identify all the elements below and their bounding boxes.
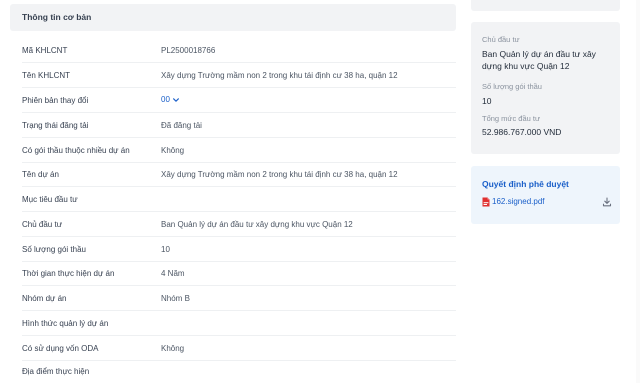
- row-value: Đã đăng tải: [161, 121, 202, 130]
- row-value: PL2500018766: [161, 46, 216, 55]
- info-row-package-count: Số lượng gói thầu 10: [22, 237, 456, 262]
- version-select-value: 00: [161, 95, 170, 104]
- pdf-icon: [482, 197, 490, 207]
- info-row-investment-goal: Mục tiêu đầu tư: [22, 187, 456, 212]
- row-label: Nhóm dự án: [22, 294, 67, 303]
- info-row-location: Địa điểm thực hiện: [22, 359, 456, 383]
- row-label: Có gói thầu thuộc nhiều dự án: [22, 146, 130, 155]
- chevron-down-icon: [172, 97, 179, 102]
- row-label: Tên KHLCNT: [22, 71, 71, 80]
- packages-value: 10: [482, 96, 492, 106]
- info-row-publish-status: Trạng thái đăng tải Đã đăng tải: [22, 113, 456, 138]
- row-label: Thời gian thực hiện dự án: [22, 269, 115, 278]
- row-value: 4 Năm: [161, 269, 185, 278]
- info-row-management-form: Hình thức quản lý dự án: [22, 311, 456, 336]
- info-row-multi-project: Có gói thầu thuộc nhiều dự án Không: [22, 138, 456, 163]
- row-value: Nhóm B: [161, 294, 190, 303]
- version-select[interactable]: 00: [161, 95, 180, 104]
- total-investment-value: 52.986.767.000 VND: [482, 127, 562, 137]
- section-header: Thông tin cơ bản: [10, 4, 456, 31]
- investor-value: Ban Quản lý dự án đầu tư xây dựng khu vự…: [482, 49, 596, 71]
- row-label: Chủ đầu tư: [22, 220, 63, 229]
- total-investment-label: Tổng mức đầu tư: [482, 114, 540, 123]
- decision-title: Quyết định phê duyệt: [482, 179, 569, 189]
- row-label: Có sử dụng vốn ODA: [22, 344, 99, 353]
- download-icon[interactable]: [602, 197, 612, 207]
- info-row-version: Phiên bản thay đổi 00: [22, 88, 456, 113]
- info-row-project-name: Tên dự án Xây dựng Trường mầm non 2 tron…: [22, 162, 456, 187]
- info-row-oda: Có sử dụng vốn ODA Không: [22, 336, 456, 361]
- approval-decision-card: Quyết định phê duyệt 162.signed.pdf: [471, 166, 620, 224]
- row-value: Không: [161, 344, 185, 353]
- info-row-investor: Chủ đầu tư Ban Quản lý dự án đầu tư xây …: [22, 212, 456, 237]
- row-value: Ban Quản lý dự án đầu tư xây dựng khu vự…: [161, 220, 353, 229]
- row-label: Trạng thái đăng tải: [22, 121, 89, 130]
- row-label: Số lượng gói thầu: [22, 245, 86, 254]
- info-row-plan-name: Tên KHLCNT Xây dựng Trường mầm non 2 tro…: [22, 63, 456, 88]
- info-row-project-group: Nhóm dự án Nhóm B: [22, 286, 456, 311]
- row-label: Tên dự án: [22, 170, 59, 179]
- row-value: Không: [161, 146, 185, 155]
- row-value: 10: [161, 245, 170, 254]
- row-value: Xây dựng Trường mầm non 2 trong khu tái …: [161, 170, 398, 179]
- investor-label: Chủ đầu tư: [482, 35, 520, 44]
- row-value: Xây dựng Trường mầm non 2 trong khu tái …: [161, 71, 398, 80]
- attachment-row: 162.signed.pdf: [482, 196, 612, 208]
- info-row-duration: Thời gian thực hiện dự án 4 Năm: [22, 261, 456, 286]
- summary-card: Chủ đầu tư Ban Quản lý dự án đầu tư xây …: [471, 22, 620, 154]
- info-row-plan-code: Mã KHLCNT PL2500018766: [22, 38, 456, 63]
- row-label: Hình thức quản lý dự án: [22, 319, 109, 328]
- attachment-link[interactable]: 162.signed.pdf: [492, 197, 545, 206]
- scrollbar-track[interactable]: [636, 0, 640, 383]
- row-label: Phiên bản thay đổi: [22, 96, 89, 105]
- top-card-remnant: [471, 0, 620, 11]
- section-title: Thông tin cơ bản: [22, 12, 92, 22]
- row-label: Mã KHLCNT: [22, 46, 68, 55]
- row-label: Địa điểm thực hiện: [22, 367, 90, 376]
- row-label: Mục tiêu đầu tư: [22, 195, 78, 204]
- basic-info-panel: Thông tin cơ bản Mã KHLCNT PL2500018766 …: [0, 0, 464, 383]
- packages-label: Số lượng gói thầu: [482, 82, 542, 91]
